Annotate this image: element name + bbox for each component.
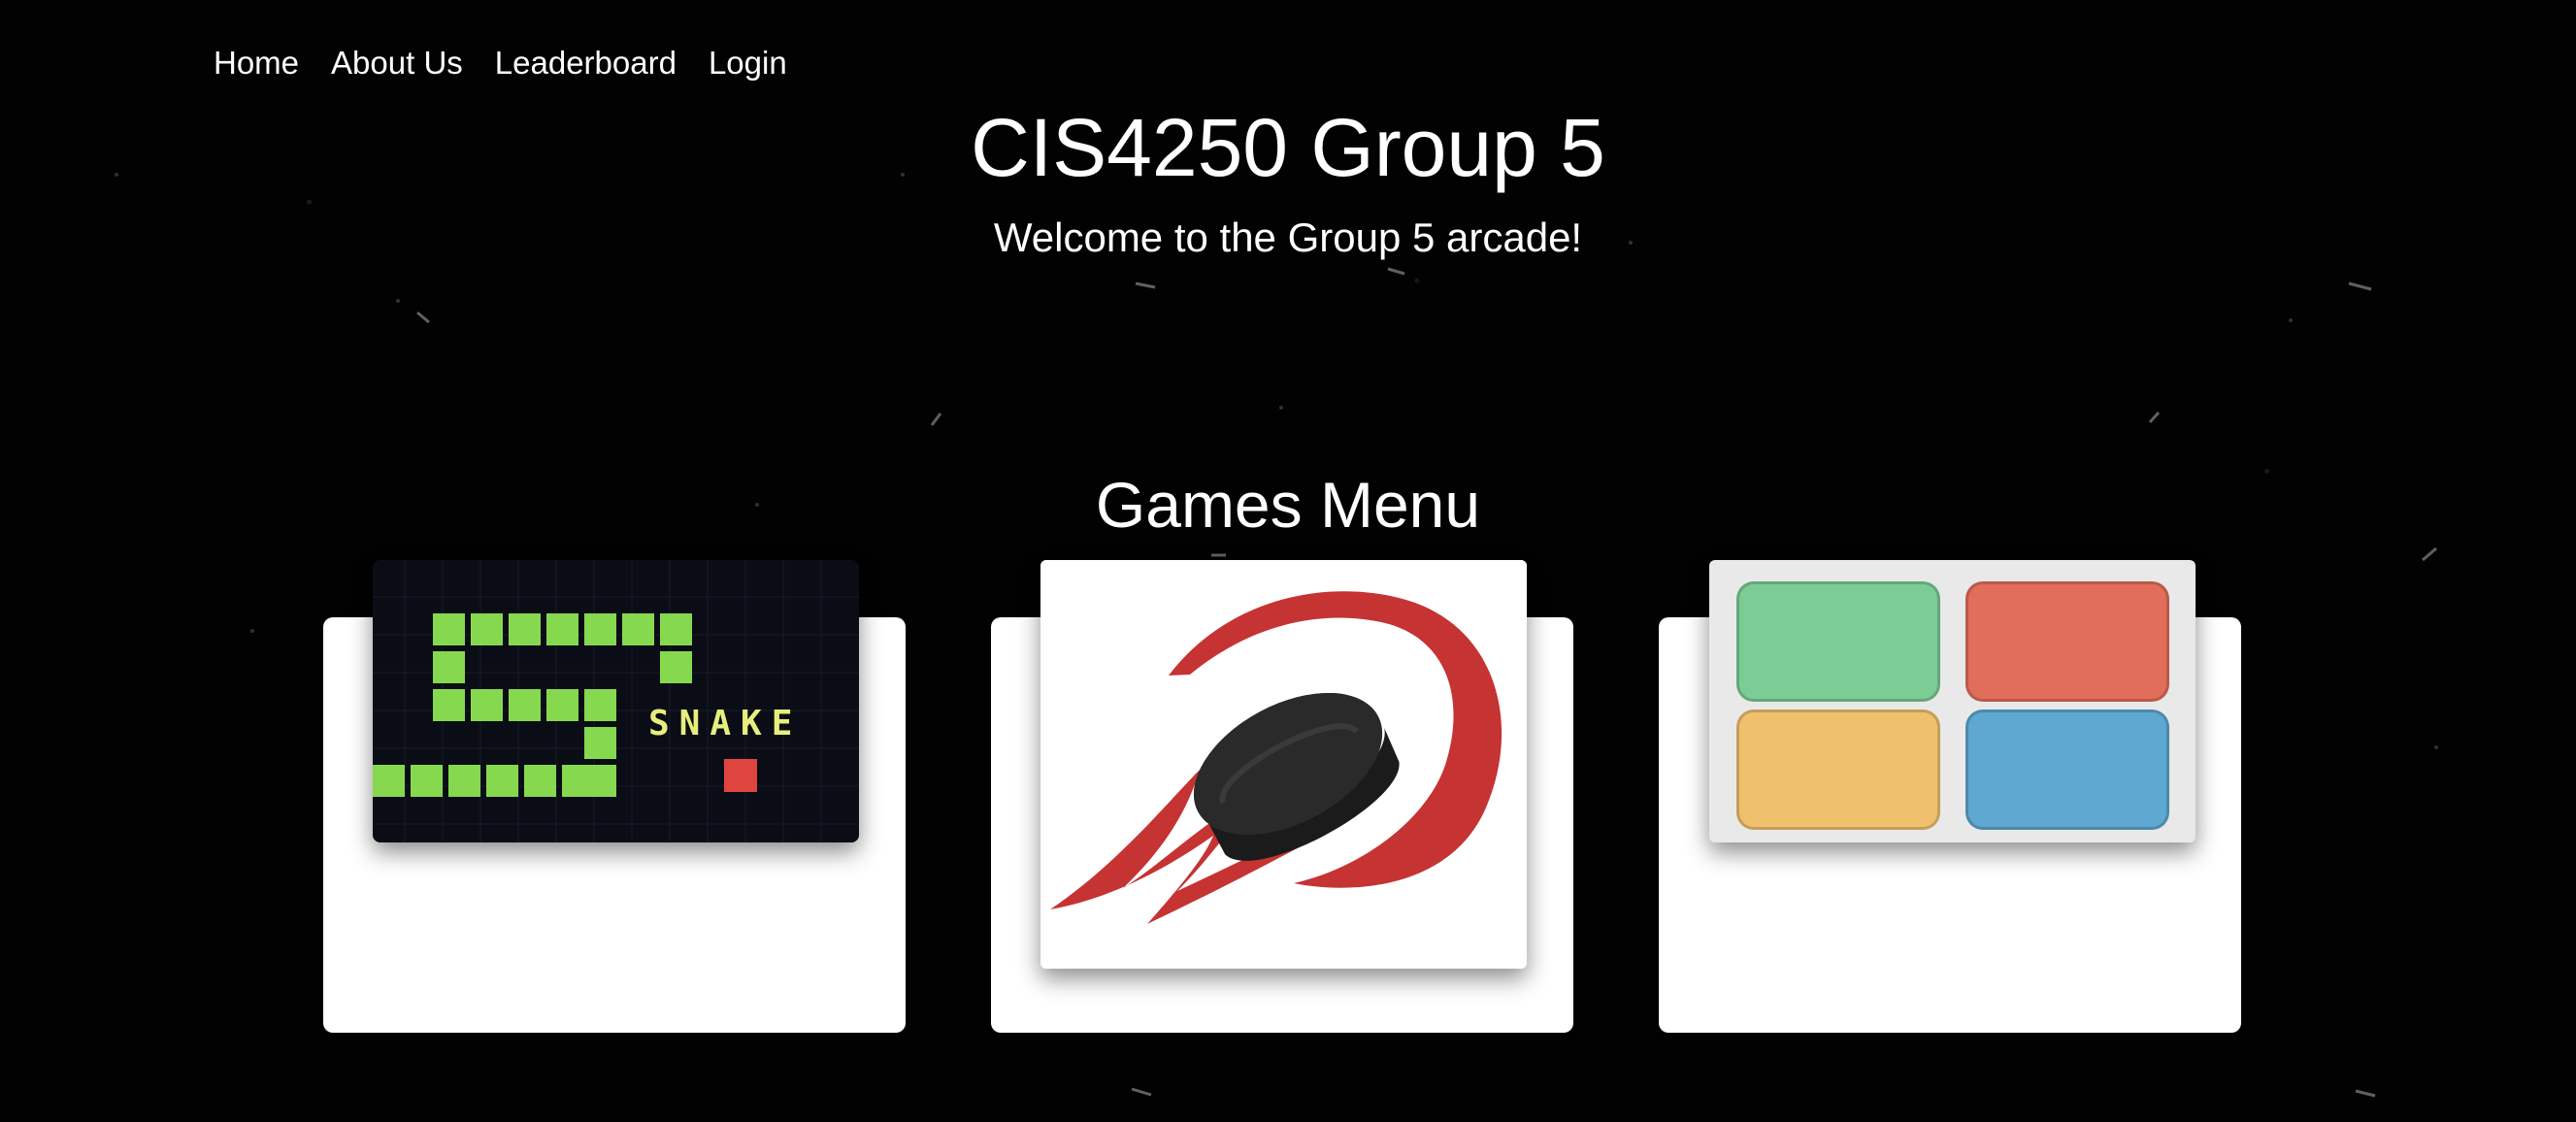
nav-about-us-link[interactable]: About Us	[331, 39, 463, 87]
games-menu-title: Games Menu	[1095, 469, 1481, 541]
hockey-puck-logo	[1040, 560, 1527, 969]
snake-game-thumbnail[interactable]: SNAKE	[373, 560, 859, 842]
yellow-pad-icon	[1736, 710, 1940, 830]
top-navigation: Home About Us Leaderboard Login	[214, 39, 787, 87]
simon-game-thumbnail[interactable]	[1709, 560, 2196, 842]
green-pad-icon	[1736, 581, 1940, 702]
snake-grid-graphic: SNAKE	[373, 560, 859, 842]
nav-login-link[interactable]: Login	[709, 39, 787, 87]
blue-pad-icon	[1965, 710, 2169, 830]
site-title: CIS4250 Group 5	[971, 102, 1605, 193]
snake-thumbnail-text: SNAKE	[648, 704, 802, 743]
nav-home-link[interactable]: Home	[214, 39, 299, 87]
snake-food-icon	[724, 759, 757, 792]
welcome-message: Welcome to the Group 5 arcade!	[993, 214, 1583, 260]
nav-leaderboard-link[interactable]: Leaderboard	[495, 39, 677, 87]
hockey-game-thumbnail[interactable]	[1040, 560, 1527, 969]
arcade-home-page: Home About Us Leaderboard Login CIS4250 …	[0, 0, 2576, 1122]
red-pad-icon	[1965, 581, 2169, 702]
